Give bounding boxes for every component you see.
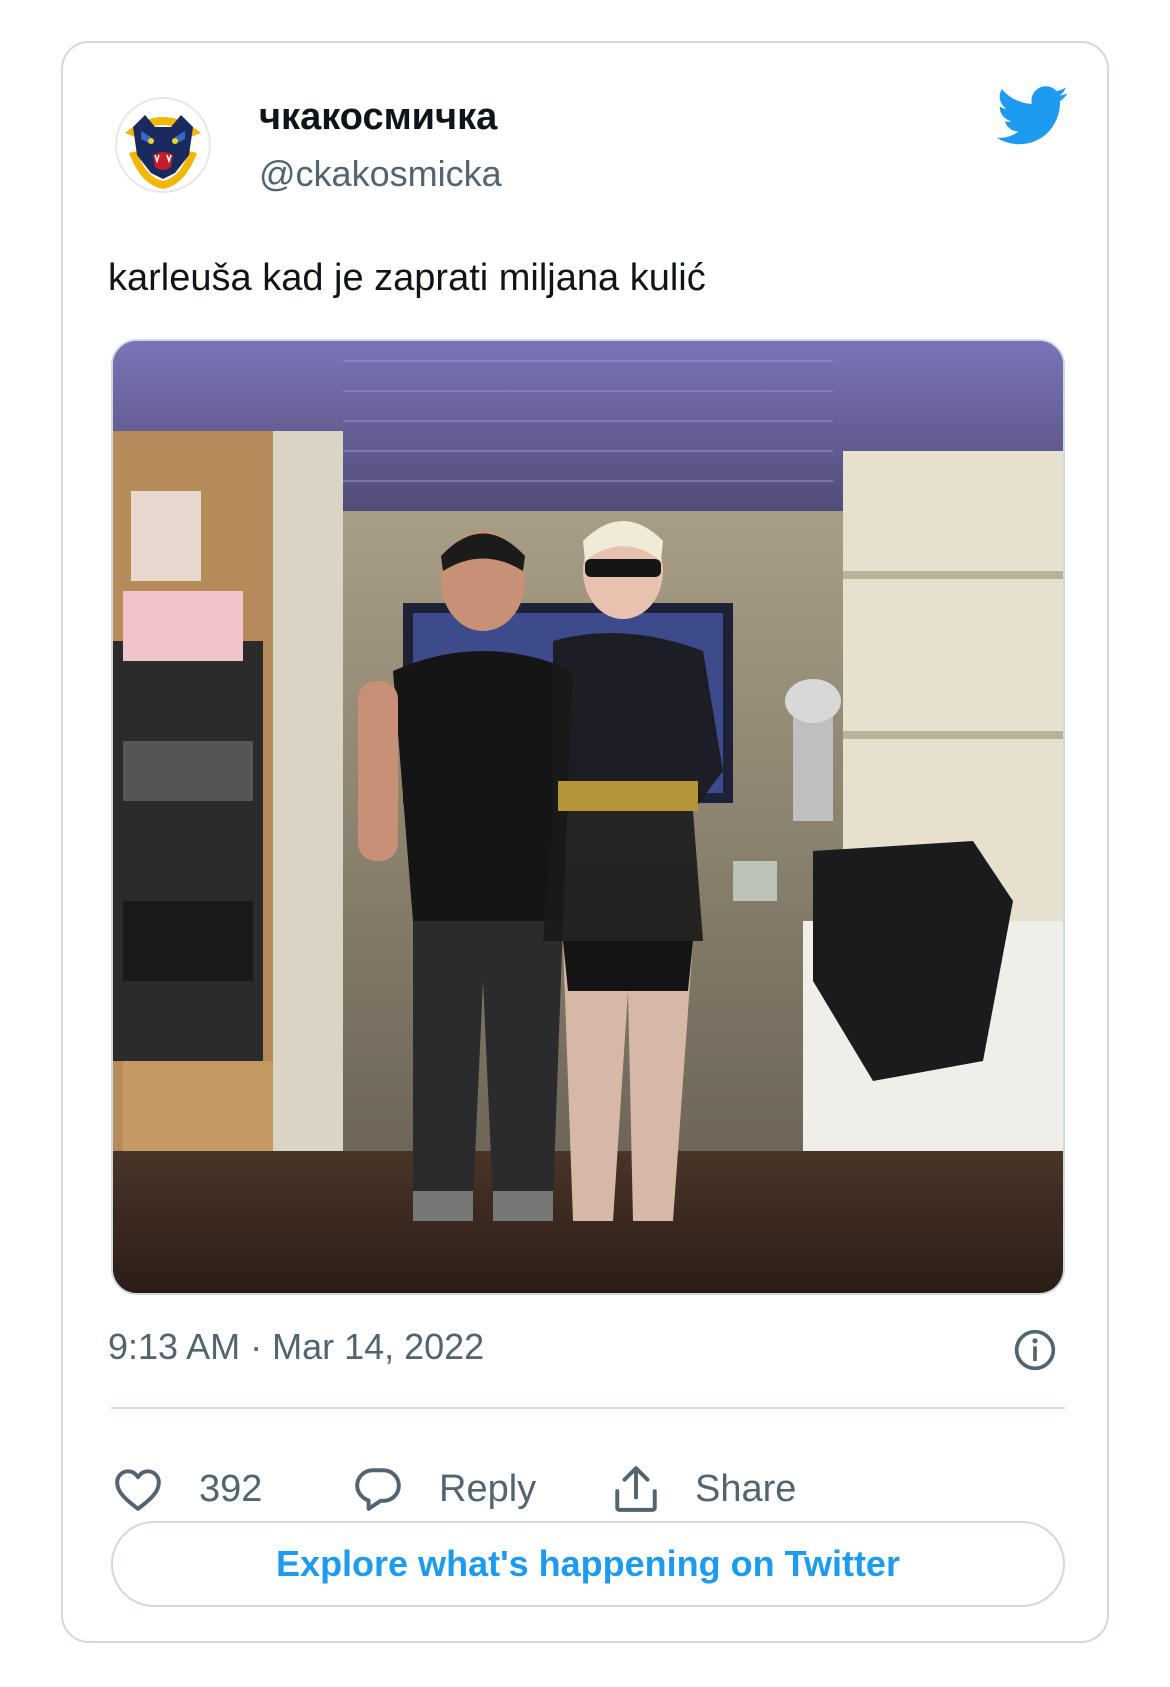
tweet-text: karleuša kad je zaprati miljana kulić — [108, 257, 706, 299]
panther-logo-icon — [113, 95, 213, 195]
info-icon[interactable] — [1013, 1328, 1057, 1372]
reply-button[interactable]: Reply — [353, 1461, 536, 1517]
author-avatar[interactable] — [111, 93, 215, 197]
tweet-photo[interactable] — [111, 339, 1065, 1295]
explore-twitter-button[interactable]: Explore what's happening on Twitter — [111, 1521, 1065, 1607]
share-button[interactable]: Share — [613, 1461, 796, 1517]
twitter-bird-icon[interactable] — [997, 85, 1069, 147]
author-display-name[interactable]: чкакосмичка — [259, 95, 497, 139]
share-label: Share — [695, 1468, 797, 1510]
divider — [111, 1407, 1065, 1409]
share-upload-icon — [615, 1466, 657, 1512]
heart-icon — [115, 1469, 161, 1511]
photo-image — [113, 341, 1063, 1293]
author-handle[interactable]: @ckakosmicka — [259, 153, 502, 195]
reply-label: Reply — [439, 1468, 537, 1510]
tweet-timestamp[interactable]: 9:13 AM · Mar 14, 2022 — [108, 1326, 484, 1368]
like-button[interactable]: 392 — [113, 1461, 262, 1517]
like-count: 392 — [199, 1468, 263, 1510]
tweet-embed-card: чкакосмичка @ckakosmicka karleuša kad je… — [61, 41, 1109, 1643]
reply-bubble-icon — [355, 1468, 401, 1511]
